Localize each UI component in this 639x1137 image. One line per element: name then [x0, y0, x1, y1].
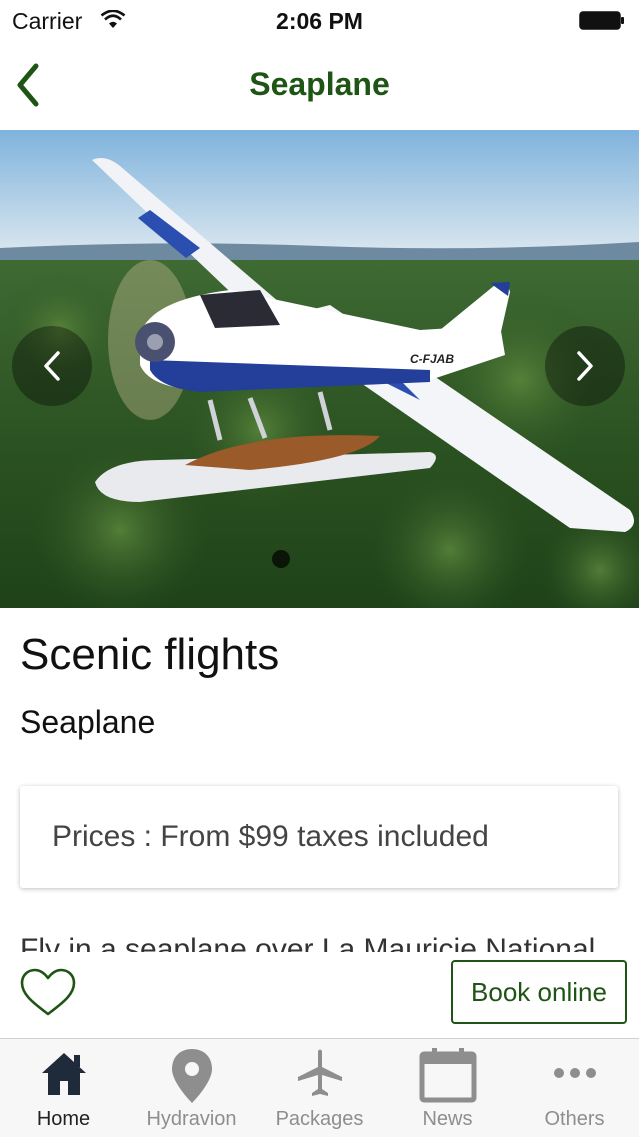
page-title: Seaplane	[249, 66, 390, 102]
tab-others[interactable]: Others	[511, 1039, 638, 1137]
calendar-icon	[419, 1048, 476, 1103]
description: Fly in a seaplane over La Mauricie Natio…	[20, 932, 620, 952]
home-icon	[41, 1053, 86, 1095]
seaplane-photo: C-FJAB	[0, 130, 639, 608]
tab-label: Home	[36, 1108, 91, 1130]
carousel-next-button[interactable]	[545, 326, 625, 406]
battery-icon	[579, 11, 624, 30]
heart-icon[interactable]	[18, 966, 78, 1020]
tab-hydravion[interactable]: Hydravion	[128, 1039, 255, 1137]
status-bar: Carrier 2:06 PM	[0, 0, 639, 40]
more-icon	[553, 1068, 596, 1078]
section-heading: Scenic flights	[20, 630, 280, 679]
chevron-left-icon	[44, 351, 60, 381]
carousel-prev-button[interactable]	[12, 326, 92, 406]
tab-label: Hydravion	[146, 1108, 237, 1130]
tab-news[interactable]: News	[384, 1039, 511, 1137]
status-time: 2:06 PM	[276, 8, 363, 34]
carousel-page-dot[interactable]	[272, 550, 290, 568]
tab-label: Packages	[275, 1108, 364, 1130]
map-pin-icon	[171, 1049, 212, 1103]
hero-image[interactable]: C-FJAB	[0, 130, 639, 608]
price-card: Prices : From $99 taxes included	[20, 786, 618, 888]
tab-packages[interactable]: Packages	[256, 1039, 383, 1137]
tab-bar: Home Hydravion Packages News Others	[0, 1038, 639, 1137]
section-subheading: Seaplane	[20, 704, 156, 740]
tab-home[interactable]: Home	[0, 1039, 127, 1137]
price-text: Prices : From $99 taxes included	[52, 820, 489, 853]
tab-label: Others	[544, 1108, 605, 1130]
description-text: Fly in a seaplane over La Mauricie Natio…	[20, 933, 596, 952]
chevron-right-icon	[577, 351, 593, 381]
book-online-button[interactable]: Book online	[451, 960, 627, 1024]
tab-label: News	[422, 1108, 473, 1130]
navigation-bar: Seaplane	[0, 40, 639, 131]
aircraft-registration: C-FJAB	[410, 352, 454, 366]
airplane-icon	[297, 1049, 342, 1096]
